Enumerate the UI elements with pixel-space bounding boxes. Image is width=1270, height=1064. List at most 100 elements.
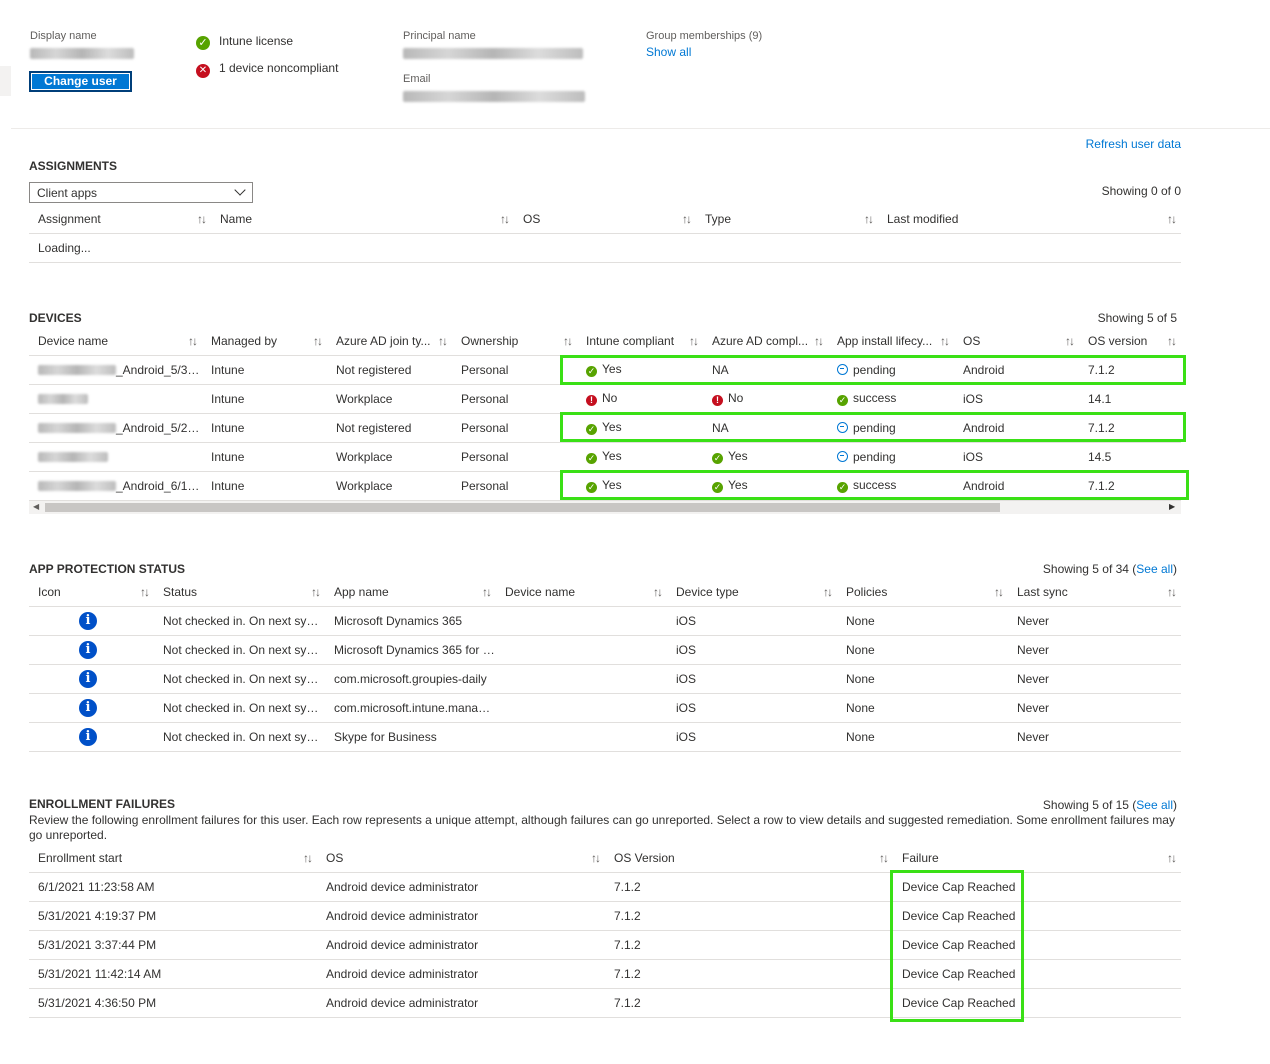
sort-icon[interactable]: ↑↓ xyxy=(1065,334,1075,348)
sort-icon[interactable]: ↑↓ xyxy=(689,334,699,348)
policies-cell: None xyxy=(837,664,1008,694)
aad-compliant-cell: NA xyxy=(703,355,828,385)
sort-icon[interactable]: ↑↓ xyxy=(311,585,321,599)
loading-text: Loading... xyxy=(29,233,1181,263)
column-header-managed-by[interactable]: Managed by ↑↓ xyxy=(202,327,327,356)
column-header-policies[interactable]: Policies ↑↓ xyxy=(837,578,1008,607)
column-header-app-name[interactable]: App name ↑↓ xyxy=(325,578,496,607)
column-header-os[interactable]: OS ↑↓ xyxy=(317,844,605,873)
enrollment-failure-row[interactable]: 5/31/2021 11:42:14 AM Android device admi… xyxy=(29,959,1181,989)
sort-icon[interactable]: ↑↓ xyxy=(591,851,601,865)
enrollment-failure-row[interactable]: 5/31/2021 4:19:37 PM Android device admin… xyxy=(29,901,1181,931)
column-header-os-version[interactable]: OS version ↑↓ xyxy=(1079,327,1181,356)
column-header-last-sync[interactable]: Last sync ↑↓ xyxy=(1008,578,1181,607)
device-row[interactable]: _Android_6/1/2... Intune Workplace Personal… xyxy=(29,471,1181,501)
column-header-enrollment-start[interactable]: Enrollment start ↑↓ xyxy=(29,844,317,873)
sort-icon[interactable]: ↑↓ xyxy=(823,585,833,599)
column-header-status[interactable]: Status ↑↓ xyxy=(154,578,325,607)
os-cell: Android device administrator xyxy=(317,959,605,989)
sort-icon[interactable]: ↑↓ xyxy=(653,585,663,599)
sort-icon[interactable]: ↑↓ xyxy=(438,334,448,348)
sort-icon[interactable]: ↑↓ xyxy=(500,212,510,226)
status-cell-text: Not checked in. On next sync,... xyxy=(163,642,325,657)
device-row[interactable]: Intune Workplace Personal ✓ Yes ✓ Yes pending iO… xyxy=(29,442,1181,472)
icon-cell: i xyxy=(29,693,154,723)
icon-cell: i xyxy=(29,664,154,694)
column-header-last-modified[interactable]: Last modified ↑↓ xyxy=(878,205,1181,234)
device-row[interactable]: _Android_5/30/... Intune Not registered Per… xyxy=(29,355,1181,385)
sort-icon[interactable]: ↑↓ xyxy=(140,585,150,599)
column-header-azure-ad-compl[interactable]: Azure AD compl... ↑↓ xyxy=(703,327,828,356)
sort-icon[interactable]: ↑↓ xyxy=(1167,851,1177,865)
column-header-device-name[interactable]: Device name ↑↓ xyxy=(29,327,202,356)
app-protection-row[interactable]: i Not checked in. On next sync,... com.mic… xyxy=(29,693,1181,723)
column-header-icon[interactable]: Icon ↑↓ xyxy=(29,578,154,607)
column-header-label: Status xyxy=(163,584,198,599)
app-protection-row[interactable]: i Not checked in. On next sync,... Skype f… xyxy=(29,722,1181,752)
status-cell: Not checked in. On next sync,... xyxy=(154,606,325,636)
sort-icon[interactable]: ↑↓ xyxy=(313,334,323,348)
policies-cell-text: None xyxy=(846,700,875,715)
os-version-cell-text: 7.1.2 xyxy=(614,908,641,923)
error-icon: ✕ xyxy=(196,64,210,78)
column-header-name[interactable]: Name ↑↓ xyxy=(211,205,514,234)
sort-icon[interactable]: ↑↓ xyxy=(994,585,1004,599)
app-protection-row[interactable]: i Not checked in. On next sync,... Microso… xyxy=(29,635,1181,665)
sort-icon[interactable]: ↑↓ xyxy=(879,851,889,865)
sort-icon[interactable]: ↑↓ xyxy=(1167,212,1177,226)
ownership-cell-text: Personal xyxy=(461,362,509,377)
enrollment-failure-row[interactable]: 5/31/2021 4:36:50 PM Android device admin… xyxy=(29,988,1181,1018)
ownership-cell: Personal xyxy=(452,384,577,414)
column-header-device-name[interactable]: Device name ↑↓ xyxy=(496,578,667,607)
sort-icon[interactable]: ↑↓ xyxy=(814,334,824,348)
column-header-os[interactable]: OS ↑↓ xyxy=(514,205,696,234)
refresh-user-data-link[interactable]: Refresh user data xyxy=(1060,137,1181,151)
app-protection-row[interactable]: i Not checked in. On next sync,... com.mic… xyxy=(29,664,1181,694)
os-version-cell: 7.1.2 xyxy=(1079,355,1181,385)
sort-icon[interactable]: ↑↓ xyxy=(563,334,573,348)
sort-icon[interactable]: ↑↓ xyxy=(197,212,207,226)
os-version-cell: 7.1.2 xyxy=(605,988,893,1018)
assignments-type-dropdown[interactable]: Client apps xyxy=(29,182,253,203)
intune-compliant-cell: ✓ Yes xyxy=(577,355,703,385)
sort-icon[interactable]: ↑↓ xyxy=(188,334,198,348)
column-header-os[interactable]: OS ↑↓ xyxy=(954,327,1079,356)
device-row[interactable]: Intune Workplace Personal! No! No ✓ success iOS… xyxy=(29,384,1181,414)
column-header-intune-compliant[interactable]: Intune compliant ↑↓ xyxy=(577,327,703,356)
app-protection-row[interactable]: i Not checked in. On next sync,... Microso… xyxy=(29,606,1181,636)
sort-icon[interactable]: ↑↓ xyxy=(303,851,313,865)
redacted-device-name xyxy=(38,394,88,405)
horizontal-scrollbar[interactable]: ◀ ▶ xyxy=(29,501,1181,514)
device-row[interactable]: _Android_5/22/... Intune Not registered Per… xyxy=(29,413,1181,443)
sort-icon[interactable]: ↑↓ xyxy=(1167,585,1177,599)
column-header-device-type[interactable]: Device type ↑↓ xyxy=(667,578,837,607)
sort-icon[interactable]: ↑↓ xyxy=(864,212,874,226)
sort-icon[interactable]: ↑↓ xyxy=(682,212,692,226)
intune-compliant-cell-text: Yes xyxy=(602,449,622,463)
change-user-button[interactable]: Change user xyxy=(29,71,132,92)
column-header-failure[interactable]: Failure ↑↓ xyxy=(893,844,1181,873)
scroll-left-arrow[interactable]: ◀ xyxy=(33,502,39,511)
ownership-cell-text: Personal xyxy=(461,391,509,406)
column-header-ownership[interactable]: Ownership ↑↓ xyxy=(452,327,577,356)
scroll-right-arrow[interactable]: ▶ xyxy=(1169,502,1175,511)
enrollment-failure-row[interactable]: 5/31/2021 3:37:44 PM Android device admin… xyxy=(29,930,1181,960)
sort-icon[interactable]: ↑↓ xyxy=(940,334,950,348)
error-icon: ! xyxy=(586,395,597,406)
column-header-os-version[interactable]: OS Version ↑↓ xyxy=(605,844,893,873)
license-status-text: Intune license xyxy=(219,34,294,48)
column-header-azure-ad-join-ty[interactable]: Azure AD join ty... ↑↓ xyxy=(327,327,452,356)
enrollment-failure-row[interactable]: 6/1/2021 11:23:58 AM Android device admin… xyxy=(29,872,1181,902)
show-all-groups-link[interactable]: Show all xyxy=(646,45,691,59)
see-all-app-protection-link[interactable]: See all xyxy=(1136,562,1173,576)
sort-icon[interactable]: ↑↓ xyxy=(482,585,492,599)
column-header-app-install-lifecy[interactable]: App install lifecy... ↑↓ xyxy=(828,327,954,356)
scrollbar-thumb[interactable] xyxy=(45,503,1000,512)
os-version-cell-text: 7.1.2 xyxy=(614,879,641,894)
see-all-enrollment-link[interactable]: See all xyxy=(1136,798,1173,812)
intune-compliant-cell-text: Yes xyxy=(602,420,622,434)
column-header-type[interactable]: Type ↑↓ xyxy=(696,205,878,234)
enrollment-start-cell: 5/31/2021 3:37:44 PM xyxy=(29,930,317,960)
sort-icon[interactable]: ↑↓ xyxy=(1167,334,1177,348)
column-header-assignment[interactable]: Assignment ↑↓ xyxy=(29,205,211,234)
